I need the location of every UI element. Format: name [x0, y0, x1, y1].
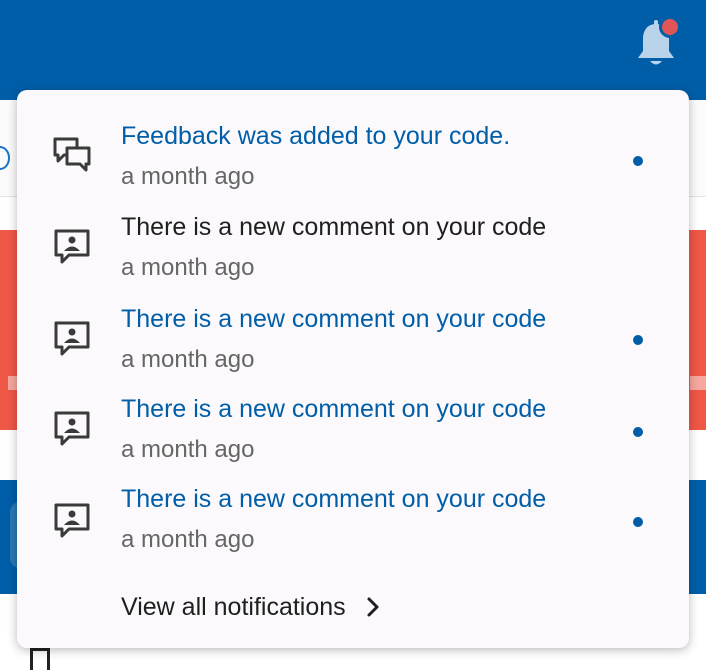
top-app-bar: [0, 0, 706, 100]
unread-indicator: [633, 427, 643, 437]
notification-item[interactable]: Feedback was added to your code. a month…: [17, 120, 689, 208]
unread-indicator: [633, 156, 643, 166]
comment-person-icon: [54, 229, 90, 264]
feedback-chat-icon: [53, 137, 91, 172]
notifications-dropdown: Feedback was added to your code. a month…: [17, 90, 689, 648]
unread-indicator: [633, 335, 643, 345]
notification-title: Feedback was added to your code.: [121, 122, 511, 150]
view-all-label: View all notifications: [121, 592, 346, 621]
notification-time: a month ago: [121, 436, 255, 463]
notification-item[interactable]: There is a new comment on your code a mo…: [17, 393, 689, 481]
comment-person-icon: [54, 503, 90, 538]
book-icon: [30, 648, 50, 670]
chevron-right-icon: [367, 597, 379, 617]
notification-time: a month ago: [121, 254, 255, 281]
background-progress-segment: [690, 376, 706, 390]
view-all-notifications-link[interactable]: View all notifications: [121, 590, 380, 624]
comment-person-icon: [54, 321, 90, 356]
notification-item[interactable]: There is a new comment on your code a mo…: [17, 483, 689, 571]
notification-title: There is a new comment on your code: [121, 485, 547, 513]
notification-title: There is a new comment on your code: [121, 305, 547, 333]
notification-item[interactable]: There is a new comment on your code a mo…: [17, 303, 689, 391]
notification-time: a month ago: [121, 346, 255, 373]
notification-title: There is a new comment on your code: [121, 213, 547, 241]
notification-time: a month ago: [121, 526, 255, 553]
unread-indicator: [633, 517, 643, 527]
notification-title: There is a new comment on your code: [121, 395, 547, 423]
notification-badge: [659, 16, 681, 38]
notification-time: a month ago: [121, 163, 255, 190]
notification-item[interactable]: There is a new comment on your code a mo…: [17, 211, 689, 299]
comment-person-icon: [54, 411, 90, 446]
